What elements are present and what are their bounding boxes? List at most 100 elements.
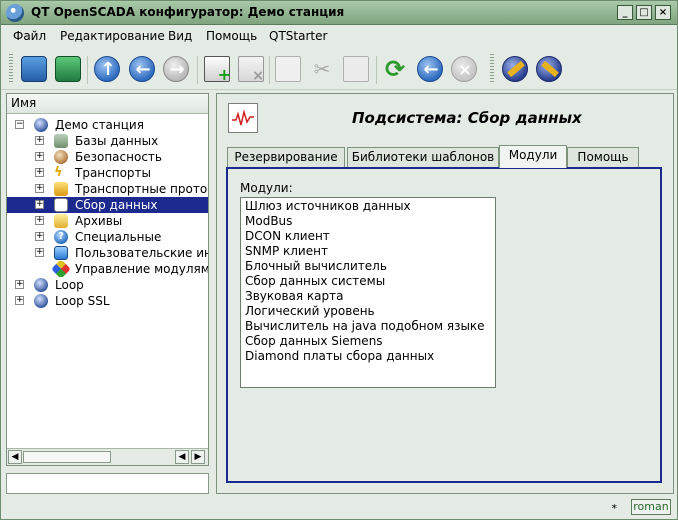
cut-button[interactable]: ✂ (309, 56, 335, 82)
expand-icon[interactable]: + (15, 296, 24, 305)
tab-redundancy[interactable]: Резервирование (227, 147, 345, 167)
plug-icon (507, 60, 525, 78)
tab-template-libraries[interactable]: Библиотеки шаблонов (347, 147, 499, 167)
expand-icon[interactable]: + (35, 152, 44, 161)
tree-item-loop-ssl[interactable]: + Loop SSL (7, 293, 208, 309)
tree-item-archives[interactable]: + Архивы (7, 213, 208, 229)
close-button[interactable]: × (655, 5, 671, 20)
toolbar-grip[interactable] (490, 54, 494, 84)
scroll-left-icon[interactable]: ◀ (8, 450, 22, 464)
tree-item-module-manager[interactable]: Управление модулями (7, 261, 208, 277)
window-title: QT OpenSCADA конфигуратор: Демо станция (31, 5, 345, 19)
tab-modules[interactable]: Модули (499, 145, 567, 168)
db-save-button[interactable] (55, 56, 81, 82)
menu-file[interactable]: Файл (13, 29, 46, 43)
menu-view[interactable]: Вид (168, 29, 192, 43)
expand-icon[interactable]: + (35, 216, 44, 225)
tree-item-specials[interactable]: + ? Специальные (7, 229, 208, 245)
paste-button[interactable] (343, 56, 369, 82)
copy-icon (275, 56, 301, 82)
lightning-icon: ϟ (54, 165, 63, 180)
list-item[interactable]: Diamond платы сбора данных (245, 349, 434, 364)
tree-item-demo-station[interactable]: − Демо станция (7, 117, 208, 133)
menu-bar: Файл Редактирование Вид Помощь QTStarter (1, 25, 677, 47)
list-item[interactable]: Сбор данных Siemens (245, 334, 383, 349)
db-load-icon (21, 56, 47, 82)
expand-icon[interactable]: + (15, 280, 24, 289)
delete-item-button[interactable]: × (238, 56, 264, 84)
page-title: Подсистема: Сбор данных (352, 109, 582, 127)
list-item[interactable]: Звуковая карта (245, 289, 343, 304)
scroll-right-icon[interactable]: ▶ (191, 450, 205, 464)
connect-button[interactable] (502, 56, 528, 82)
tree-item-data-acquisition[interactable]: + Сбор данных (7, 197, 208, 213)
expand-icon[interactable]: + (35, 232, 44, 241)
chart-line-icon (232, 109, 254, 126)
list-item[interactable]: Сбор данных системы (245, 274, 385, 289)
title-bar[interactable]: QT OpenSCADA конфигуратор: Демо станция … (1, 1, 677, 25)
archive-icon (54, 214, 68, 228)
list-item[interactable]: ModBus (245, 214, 292, 229)
scroll-left-icon[interactable]: ◀ (175, 450, 189, 464)
start-button[interactable]: ← (417, 56, 443, 82)
expand-icon[interactable]: + (35, 168, 44, 177)
tree-item-loop[interactable]: + Loop (7, 277, 208, 293)
list-item[interactable]: Вычислитель на java подобном языке (245, 319, 485, 334)
up-icon: ↑ (94, 56, 120, 82)
menu-qtstarter[interactable]: QTStarter (269, 29, 327, 43)
tab-help[interactable]: Помощь (567, 147, 639, 167)
list-item[interactable]: Логический уровень (245, 304, 375, 319)
tree-item-transports[interactable]: + ϟ Транспорты (7, 165, 208, 181)
modules-icon (51, 261, 71, 277)
list-item[interactable]: SNMP клиент (245, 244, 328, 259)
navigation-tree[interactable]: Имя − Демо станция + Базы данных + Безоп… (6, 93, 209, 466)
forward-icon: → (163, 56, 189, 82)
toolbar-separator (376, 56, 377, 84)
folder-icon (54, 182, 68, 196)
tree-item-transport-protocols[interactable]: + Транспортные протоко (7, 181, 208, 197)
collapse-icon[interactable]: − (15, 120, 24, 129)
refresh-icon: ⟳ (384, 55, 406, 83)
disconnect-button[interactable] (536, 56, 562, 82)
refresh-button[interactable]: ⟳ (382, 56, 408, 82)
expand-icon[interactable]: + (35, 200, 44, 209)
user-badge[interactable]: roman (631, 499, 671, 515)
toolbar-grip[interactable] (9, 54, 13, 84)
station-icon (34, 278, 48, 292)
up-button[interactable]: ↑ (94, 56, 120, 82)
toolbar-separator (269, 56, 270, 84)
list-item[interactable]: DCON клиент (245, 229, 330, 244)
expand-icon[interactable]: + (35, 248, 44, 257)
list-item[interactable]: Блочный вычислитель (245, 259, 387, 274)
add-item-button[interactable]: + (204, 56, 231, 84)
modified-indicator: * (611, 502, 618, 515)
chart-icon (54, 198, 68, 212)
forward-button[interactable]: → (163, 56, 189, 82)
plug-icon (541, 60, 559, 78)
expand-icon[interactable]: + (35, 184, 44, 193)
back-button[interactable]: ← (129, 56, 155, 82)
tree-horizontal-scrollbar[interactable]: ◀ ◀ ▶ (7, 448, 208, 465)
copy-button[interactable] (275, 56, 301, 82)
tree-item-databases[interactable]: + Базы данных (7, 133, 208, 149)
modules-list[interactable]: Шлюз источников данных ModBus DCON клиен… (240, 197, 496, 388)
tree-item-user-interfaces[interactable]: + Пользовательские инт (7, 245, 208, 261)
modules-tab-panel: Модули: Шлюз источников данных ModBus DC… (226, 167, 662, 483)
help-icon: ? (54, 230, 68, 244)
db-load-button[interactable] (21, 56, 47, 82)
list-item[interactable]: Шлюз источников данных (245, 199, 411, 214)
delete-item-icon: × (238, 56, 264, 84)
menu-edit[interactable]: Редактирование (60, 29, 165, 43)
minimize-button[interactable]: _ (617, 5, 633, 20)
data-acquisition-icon (228, 103, 258, 133)
tree-column-header[interactable]: Имя (7, 94, 208, 114)
maximize-button[interactable]: □ (636, 5, 652, 20)
menu-help[interactable]: Помощь (206, 29, 257, 43)
database-icon (54, 134, 68, 148)
tree-item-security[interactable]: + Безопасность (7, 149, 208, 165)
expand-icon[interactable]: + (35, 136, 44, 145)
scroll-thumb[interactable] (23, 451, 111, 463)
app-icon[interactable] (6, 4, 24, 22)
status-message-field[interactable] (6, 473, 209, 494)
stop-button[interactable]: × (451, 56, 477, 82)
